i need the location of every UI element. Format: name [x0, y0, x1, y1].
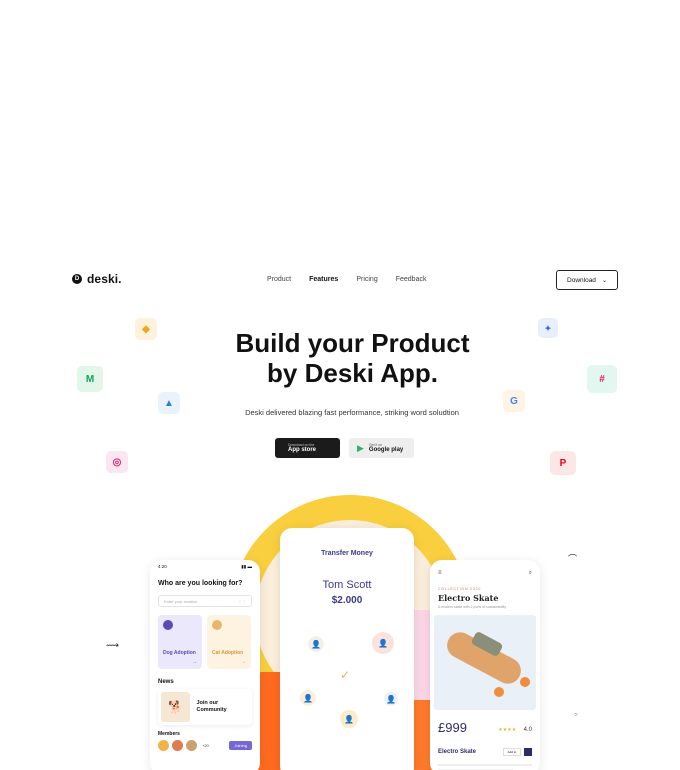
members-row: +20 Joining [150, 737, 260, 754]
download-label: Download [567, 276, 596, 284]
logo-mark-icon: D [72, 274, 82, 284]
phone-electro-skate: ≡ ⌕ COLLECTION 2020 Electro Skate A mode… [430, 560, 540, 770]
skateboard-image [434, 615, 536, 710]
filter-icon: ⋮⋮ [238, 598, 246, 604]
product-bottom-row: Electro Skate Add to [430, 736, 540, 756]
google-play-button[interactable]: ▶ Get it on Google play [349, 438, 414, 458]
menu-icon[interactable]: ≡ [438, 570, 442, 577]
dog-adoption-label: Dog Adoption [163, 650, 196, 656]
deco-scribble-left: ⟿ [106, 640, 119, 650]
add-button[interactable] [524, 748, 532, 756]
news-heading: News [158, 679, 174, 685]
landing-page: D deski. Product Features Pricing Feedba… [0, 0, 680, 770]
dog-illustration-icon: 🐕 [161, 692, 191, 722]
recipient-name: Tom Scott [322, 579, 372, 591]
arrow-right-icon: → [192, 659, 197, 665]
search-placeholder: Enter your location [164, 598, 198, 604]
cat-adoption-label: Cat Adoption [212, 650, 244, 656]
text-line [438, 764, 532, 766]
price-row: £999 ★★★★ 4.0 [430, 710, 540, 736]
rating: ★★★★ 4.0 [498, 718, 532, 736]
google-play-name: Google play [368, 447, 404, 453]
hero-title-line1: Build your Product [235, 328, 470, 358]
google-play-text: Get it on Google play [369, 443, 403, 453]
chevron-down-icon: ⌄ [601, 277, 607, 284]
google-play-icon: ▶ [357, 442, 364, 453]
news-card[interactable]: 🐕 Join our Community [158, 689, 252, 725]
hero-title: Build your Product by Deski App. [0, 328, 680, 388]
nav-links: Product Features Pricing Feedback [267, 276, 426, 283]
cat-adoption-card[interactable]: Cat Adoption → [207, 615, 251, 669]
dog-adoption-card[interactable]: Dog Adoption → [158, 615, 202, 669]
nav-link-features[interactable]: Features [309, 276, 338, 283]
description-lines [430, 756, 540, 770]
product-top-bar: ≡ ⌕ [430, 560, 540, 577]
location-search[interactable]: Enter your location ⋮⋮ [158, 595, 252, 607]
avatar[interactable]: 👤 [300, 690, 316, 706]
transfer-title: Transfer Money [321, 550, 373, 557]
collection-label: COLLECTION 2020 [438, 587, 482, 591]
signal-icon: ▮▮ ▬ [241, 564, 252, 569]
dog-icon [163, 620, 173, 630]
bottom-product-name: Electro Skate [438, 749, 477, 755]
app-store-name: App store [288, 447, 317, 453]
pet-title: Who are you looking for? [158, 580, 243, 587]
status-bar: 4:20 ▮▮ ▬ [150, 560, 260, 574]
nav-link-product[interactable]: Product [267, 276, 291, 283]
product-name: Electro Skate [438, 593, 499, 603]
news-card-text: Join our Community [196, 700, 227, 713]
nav-link-pricing[interactable]: Pricing [356, 276, 377, 283]
deco-curve-right: ⌒ [568, 554, 578, 564]
product-description: A modern skate with 2 ports of sustainab… [438, 605, 507, 609]
download-button[interactable]: Download ⌄ [556, 270, 618, 290]
wheel [494, 687, 504, 697]
add-to-cart[interactable]: Add to [503, 748, 532, 756]
phone-pet-adoption: 4:20 ▮▮ ▬ Who are you looking for? Enter… [150, 560, 260, 770]
phone-transfer-money: Transfer Money Tom Scott $2.000 👤 👤 👤 👤 … [280, 528, 414, 770]
check-icon: ✓ [340, 668, 351, 682]
avatar [172, 740, 183, 751]
app-store-text: Download on the App store [288, 443, 316, 453]
nav-link-feedback[interactable]: Feedback [396, 276, 427, 283]
cat-icon [212, 620, 222, 630]
rating-value: 4.0 [523, 727, 532, 733]
app-store-small: Download on the [288, 443, 315, 447]
status-time: 4:20 [158, 564, 167, 569]
app-store-button[interactable]: Download on the App store [275, 438, 340, 458]
logo-text: deski. [87, 272, 122, 286]
star-icon: ★★★★ [498, 727, 517, 733]
wheel [520, 677, 530, 687]
adoption-cards: Dog Adoption → Cat Adoption → [150, 607, 260, 669]
store-buttons: Download on the App store ▶ Get it on Go… [275, 438, 414, 458]
avatar[interactable]: 👤 [340, 710, 358, 728]
avatar[interactable]: 👤 [308, 636, 324, 652]
join-button[interactable]: Joining [229, 741, 252, 750]
search-icon[interactable]: ⌕ [529, 570, 532, 577]
avatar [186, 740, 197, 751]
product-price: £999 [438, 719, 467, 735]
avatar[interactable]: 👤 [372, 632, 394, 654]
qty-box: Add to [503, 748, 521, 756]
top-nav: D deski. Product Features Pricing Feedba… [0, 270, 680, 292]
members-more: +20 [202, 743, 209, 748]
logo[interactable]: D deski. [72, 272, 122, 286]
hero-subtitle: Deski delivered blazing fast performance… [245, 408, 459, 417]
hero-title-line2: by Deski App. [267, 358, 438, 388]
pinterest-icon: P [550, 451, 576, 475]
google-play-small: Get it on [368, 443, 383, 447]
deco-ring: ○ [574, 712, 578, 718]
avatar[interactable]: 👤 [384, 692, 398, 706]
arrow-right-icon: → [241, 659, 246, 665]
instagram-icon: ◎ [106, 451, 128, 473]
avatar [158, 740, 169, 751]
members-heading: Members [158, 731, 180, 737]
transfer-amount: $2.000 [331, 595, 363, 606]
